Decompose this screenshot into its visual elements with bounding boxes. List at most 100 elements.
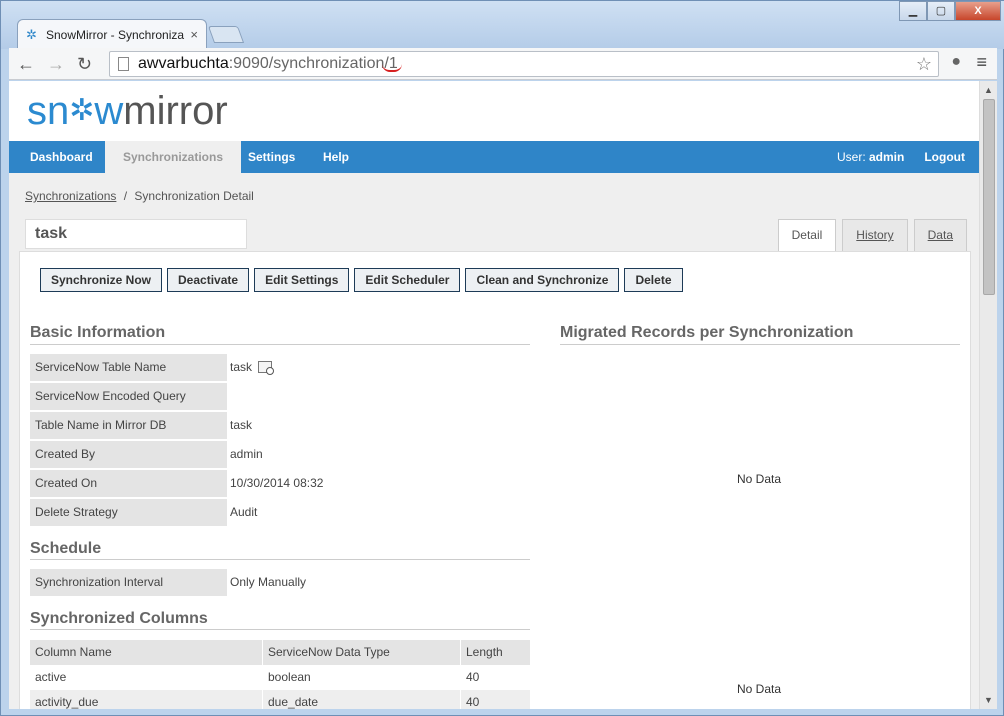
scrollbar-thumb[interactable] [983, 99, 995, 295]
info-value: admin [230, 447, 263, 461]
deactivate-button[interactable]: Deactivate [167, 268, 250, 292]
user-label: User: admin [836, 150, 905, 164]
tab-strip: ✲ SnowMirror - Synchroniza × ▁ ▢ X [1, 1, 1004, 49]
table-cell: boolean [262, 665, 460, 690]
browser-tab[interactable]: ✲ SnowMirror - Synchroniza × [17, 19, 207, 49]
detail-panel: Synchronize Now Deactivate Edit Settings… [19, 251, 971, 709]
new-tab-button[interactable] [207, 26, 245, 43]
synchronize-now-button[interactable]: Synchronize Now [40, 268, 163, 292]
info-row: Delete Strategy Audit [30, 499, 530, 526]
breadcrumb-current: Synchronization Detail [134, 189, 254, 203]
nav-dashboard[interactable]: Dashboard [12, 141, 111, 173]
red-underline-annotation [382, 64, 402, 72]
table-row: active boolean 40 [30, 665, 530, 690]
info-label: ServiceNow Encoded Query [30, 383, 227, 410]
nav-help[interactable]: Help [305, 141, 367, 173]
info-value: Only Manually [230, 575, 307, 589]
scroll-up-icon[interactable]: ▲ [984, 85, 993, 95]
breadcrumb: Synchronizations / Synchronization Detai… [25, 189, 254, 203]
info-label: Created On [30, 470, 227, 497]
breadcrumb-separator: / [123, 189, 128, 203]
logout-link[interactable]: Logout [914, 150, 979, 164]
info-row: ServiceNow Table Name task [30, 354, 530, 381]
clean-and-synchronize-button[interactable]: Clean and Synchronize [465, 268, 620, 292]
columns-table: Column Name ServiceNow Data Type Length … [30, 640, 530, 709]
edit-settings-button[interactable]: Edit Settings [254, 268, 350, 292]
window-controls: ▁ ▢ X [899, 1, 1001, 21]
schedule-heading: Schedule [30, 540, 102, 557]
table-cell: activity_due [35, 695, 99, 709]
vertical-scrollbar[interactable]: ▲ ▼ [979, 81, 997, 709]
tab-detail[interactable]: Detail [777, 219, 837, 252]
info-label: Synchronization Interval [30, 569, 227, 596]
table-cell: due_date [262, 690, 460, 709]
section-divider [560, 344, 960, 345]
info-row: Synchronization Interval Only Manually [30, 569, 530, 596]
info-row: Created By admin [30, 441, 530, 468]
browser-window: ✲ SnowMirror - Synchroniza × ▁ ▢ X ← → ↻… [0, 0, 1004, 716]
maximize-button[interactable]: ▢ [927, 1, 955, 21]
info-label: Created By [30, 441, 227, 468]
bookmark-star-icon[interactable]: ☆ [916, 52, 932, 76]
url-path: :9090/synchronization/1 [228, 55, 398, 72]
extension-icon[interactable]: ● [951, 53, 961, 71]
no-data-label: No Data [737, 682, 782, 696]
browser-toolbar: ← → ↻ awvarbuchta:9090/synchronization/1… [9, 48, 997, 80]
info-label: Table Name in Mirror DB [30, 412, 227, 439]
no-data-label: No Data [737, 472, 782, 486]
table-header-row: Column Name ServiceNow Data Type Length [30, 640, 530, 665]
back-arrow-icon[interactable]: ← [17, 54, 35, 74]
browser-menu-icon[interactable]: ≡ [976, 52, 987, 73]
snowflake-logo-icon: ✲ [69, 94, 95, 127]
action-buttons: Synchronize Now Deactivate Edit Settings… [40, 268, 688, 292]
table-cell: active [35, 670, 67, 684]
info-value: Audit [230, 505, 258, 519]
user-name: admin [869, 150, 905, 164]
info-value: task [230, 354, 275, 381]
info-row: Created On 10/30/2014 08:32 [30, 470, 530, 497]
nav-settings[interactable]: Settings [230, 141, 313, 173]
section-divider [30, 344, 530, 345]
info-row: Table Name in Mirror DB task [30, 412, 530, 439]
tab-close-icon[interactable]: × [190, 27, 198, 42]
info-value: 10/30/2014 08:32 [230, 476, 324, 490]
tab-history[interactable]: History [842, 219, 908, 251]
table-row: activity_due due_date 40 [30, 690, 530, 709]
reload-icon[interactable]: ↻ [77, 54, 92, 74]
column-header[interactable]: ServiceNow Data Type [262, 640, 460, 665]
info-value: task [230, 418, 253, 432]
table-lookup-icon[interactable] [258, 361, 275, 375]
column-header[interactable]: Length [460, 640, 530, 665]
synchronized-columns-heading: Synchronized Columns [30, 610, 208, 627]
minimize-button[interactable]: ▁ [899, 1, 927, 21]
section-divider [30, 559, 530, 560]
migrated-records-heading: Migrated Records per Synchronization [560, 324, 854, 341]
address-bar[interactable]: awvarbuchta:9090/synchronization/1 ☆ [109, 51, 939, 77]
snowflake-favicon-icon: ✲ [26, 26, 37, 42]
tab-title: SnowMirror - Synchroniza [46, 27, 185, 42]
detail-tabs: Detail History Data [772, 219, 967, 252]
section-divider [30, 629, 530, 630]
delete-button[interactable]: Delete [624, 268, 683, 292]
page-title: task [25, 219, 247, 249]
info-label: Delete Strategy [30, 499, 227, 526]
forward-arrow-icon[interactable]: → [47, 54, 65, 74]
user-info: User: admin Logout [827, 141, 979, 173]
edit-scheduler-button[interactable]: Edit Scheduler [354, 268, 461, 292]
info-label: ServiceNow Table Name [30, 354, 227, 381]
scroll-down-icon[interactable]: ▼ [984, 695, 993, 705]
table-cell: 40 [460, 665, 530, 690]
page-viewport: sn✲wmirror Dashboard Synchronizations Se… [9, 81, 979, 709]
column-header[interactable]: Column Name [30, 640, 262, 665]
page-icon [118, 57, 129, 71]
snowmirror-logo[interactable]: sn✲wmirror [27, 89, 228, 134]
tab-data[interactable]: Data [913, 219, 967, 251]
main-nav: Dashboard Synchronizations Settings Help… [9, 141, 979, 173]
url-host: awvarbuchta [138, 55, 229, 72]
table-cell: 40 [460, 690, 530, 709]
basic-information-heading: Basic Information [30, 324, 166, 341]
close-window-button[interactable]: X [955, 1, 1001, 21]
info-row: ServiceNow Encoded Query [30, 383, 530, 410]
nav-synchronizations[interactable]: Synchronizations [105, 141, 242, 173]
breadcrumb-synchronizations-link[interactable]: Synchronizations [25, 189, 116, 203]
